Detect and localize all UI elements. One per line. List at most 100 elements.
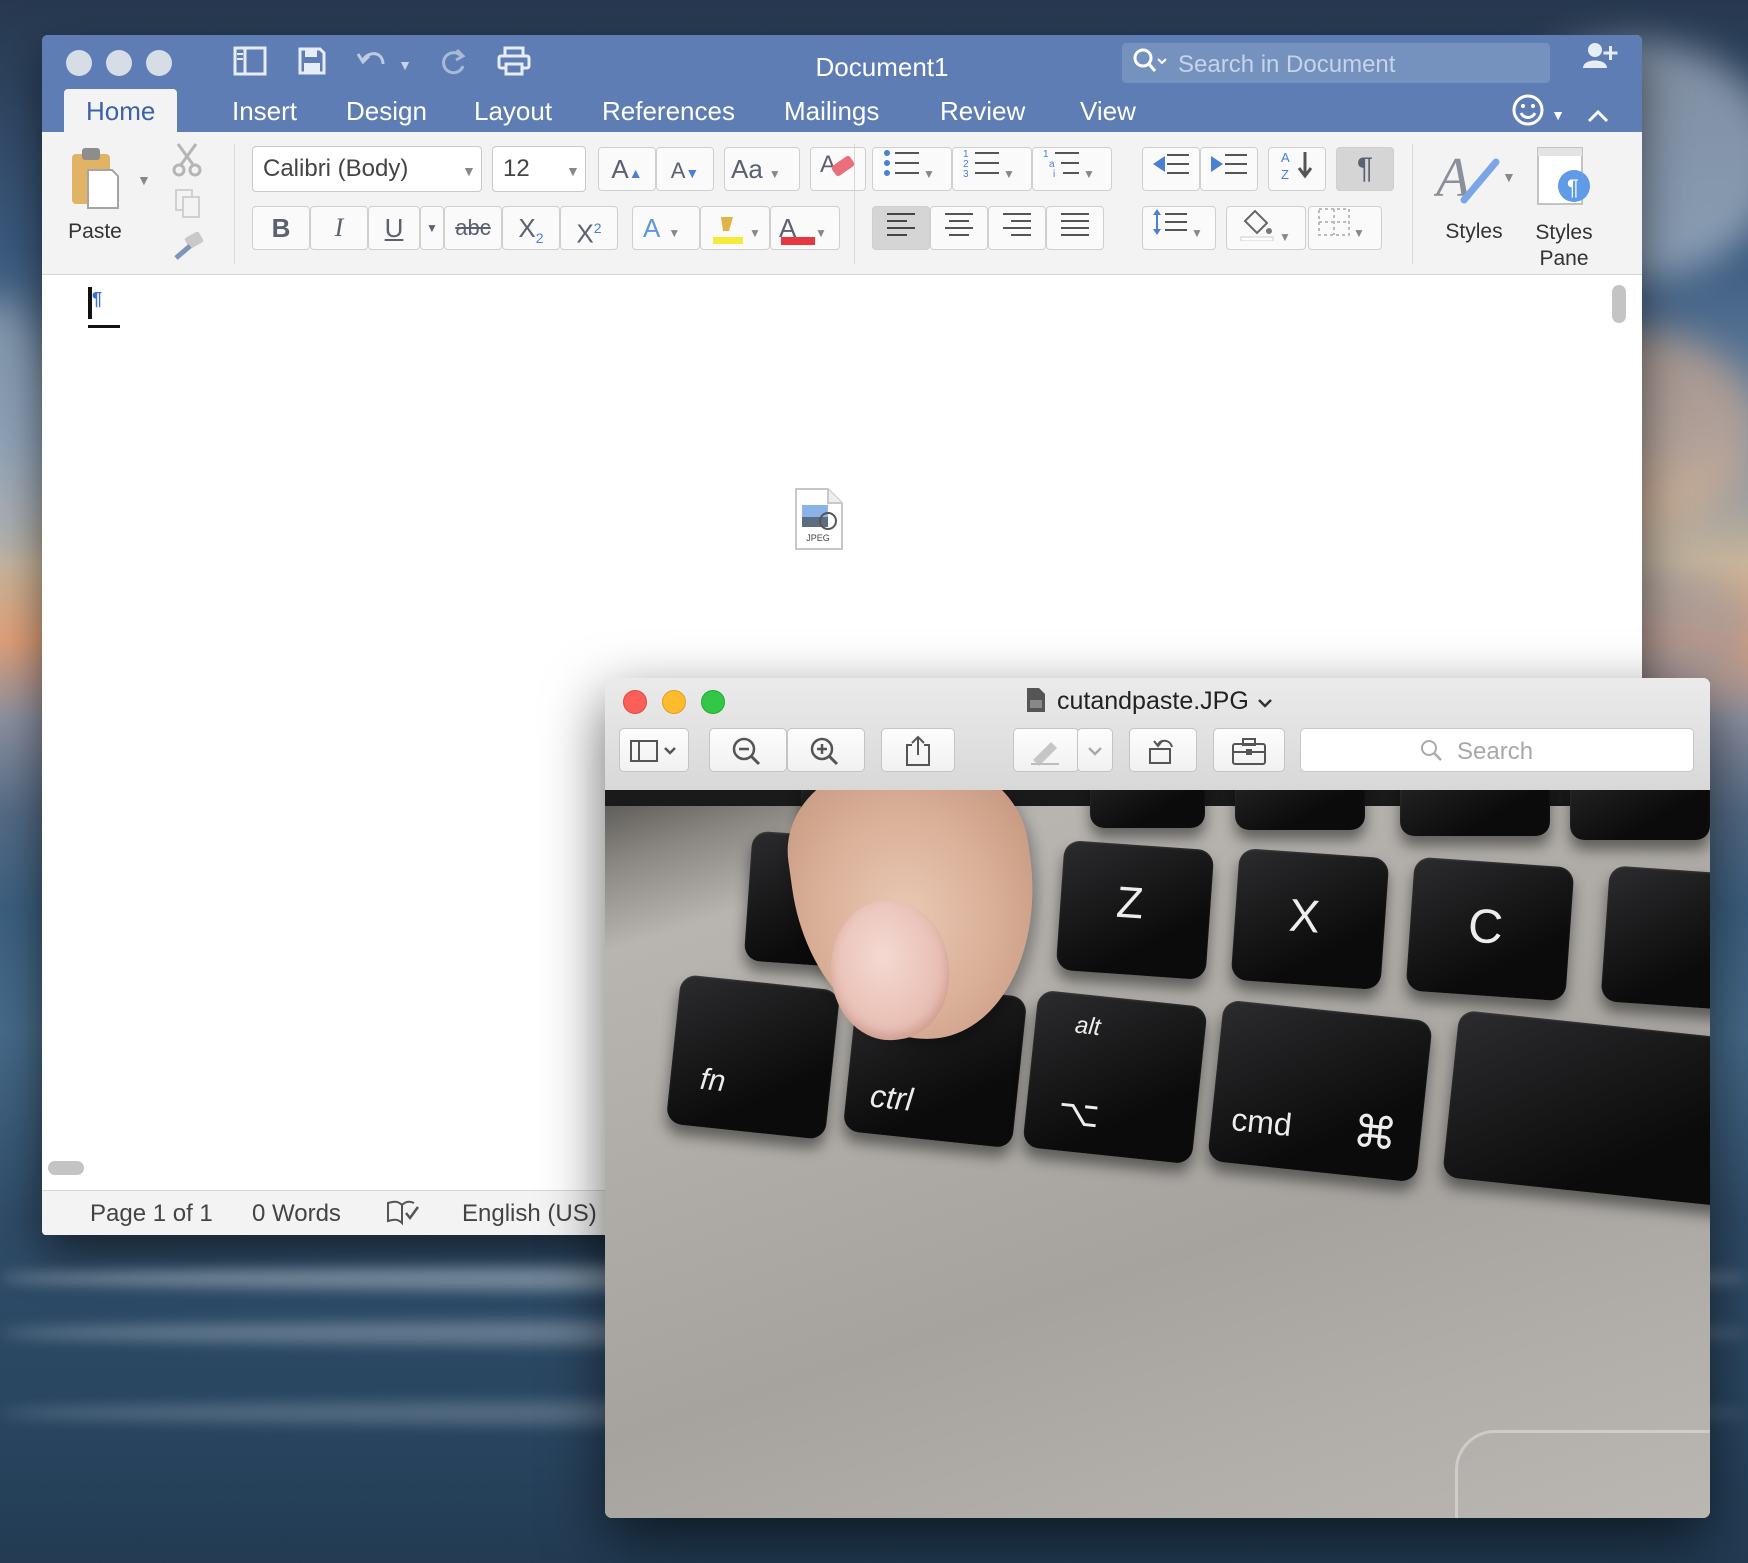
preview-document-title[interactable]: cutandpaste.JPG xyxy=(1025,686,1273,721)
tab-design[interactable]: Design xyxy=(324,89,449,133)
embedded-jpeg-file-icon[interactable]: JPEG xyxy=(792,487,844,556)
tab-review[interactable]: Review xyxy=(918,89,1047,133)
share-add-person-icon[interactable] xyxy=(1578,39,1622,83)
sort-button[interactable]: AZ xyxy=(1268,147,1326,191)
clear-formatting-button[interactable]: A xyxy=(810,147,866,191)
decrease-indent-button[interactable] xyxy=(1142,147,1200,191)
strikethrough-button[interactable]: abc xyxy=(444,206,502,250)
feedback-dropdown-icon[interactable]: ▼ xyxy=(1548,93,1568,137)
word-count[interactable]: 0 Words xyxy=(252,1200,341,1228)
paste-icon[interactable] xyxy=(68,146,120,210)
search-placeholder: Search in Document xyxy=(1178,51,1396,78)
ribbon-separator xyxy=(1412,144,1413,264)
photo-spacebar-key xyxy=(1442,1009,1710,1209)
word-close-button[interactable] xyxy=(66,50,92,76)
sidebar-view-button[interactable] xyxy=(619,728,689,772)
vertical-scrollbar[interactable] xyxy=(1612,285,1626,323)
format-painter-icon[interactable] xyxy=(172,231,206,267)
font-size-dropdown-icon[interactable]: ▼ xyxy=(566,163,580,179)
font-name-dropdown-icon[interactable]: ▼ xyxy=(462,163,476,179)
font-name-value: Calibri (Body) xyxy=(263,155,409,182)
ribbon-home: ▼ Paste Calibri (Body) ▼ 12 ▼ A▲ A▼ Aa ▼ … xyxy=(42,132,1642,275)
show-formatting-marks-button[interactable]: ¶ xyxy=(1336,147,1394,191)
styles-pane-icon[interactable]: ¶ xyxy=(1534,146,1596,213)
font-name-combo[interactable]: Calibri (Body) xyxy=(252,146,482,192)
zoom-in-button[interactable] xyxy=(787,728,865,772)
photo-cmd-key: cmd ⌘ xyxy=(1207,999,1433,1183)
grow-font-button[interactable]: A▲ xyxy=(598,147,656,191)
styles-label[interactable]: Styles xyxy=(1432,220,1516,244)
tab-home[interactable]: Home xyxy=(64,89,178,133)
paste-dropdown-icon[interactable]: ▼ xyxy=(137,172,151,188)
page-count[interactable]: Page 1 of 1 xyxy=(90,1200,213,1228)
align-center-button[interactable] xyxy=(930,206,988,250)
styles-gallery-icon[interactable]: A ▼ xyxy=(1432,144,1516,213)
print-icon[interactable] xyxy=(492,43,536,87)
photo-key xyxy=(1600,865,1710,1011)
language-indicator[interactable]: English (US) xyxy=(462,1200,597,1228)
preview-search-field[interactable]: Search xyxy=(1300,728,1694,772)
underline-button[interactable]: U xyxy=(368,206,420,250)
jpeg-file-label: JPEG xyxy=(806,533,830,543)
zoom-out-button[interactable] xyxy=(709,728,787,772)
undo-dropdown-icon[interactable]: ▼ xyxy=(394,43,416,87)
word-minimize-button[interactable] xyxy=(106,50,132,76)
shading-button[interactable]: ▼ xyxy=(1226,206,1306,250)
align-left-button[interactable] xyxy=(872,206,930,250)
align-right-button[interactable] xyxy=(988,206,1046,250)
text-effects-button[interactable]: A ▼ xyxy=(632,206,700,250)
cut-icon[interactable] xyxy=(172,142,202,183)
photo-c-key: C xyxy=(1405,856,1575,1002)
share-button[interactable] xyxy=(881,728,955,772)
font-color-button[interactable]: A ▼ xyxy=(770,206,840,250)
multilevel-list-button[interactable]: 1 a i ▼ xyxy=(1032,147,1112,191)
preview-minimize-button[interactable] xyxy=(662,690,686,714)
collapse-ribbon-icon[interactable] xyxy=(1578,93,1618,137)
tab-view[interactable]: View xyxy=(1058,89,1158,133)
underline-dropdown-icon[interactable]: ▼ xyxy=(420,206,444,250)
preview-zoom-button[interactable] xyxy=(701,690,725,714)
save-icon[interactable] xyxy=(290,43,334,87)
svg-text:3: 3 xyxy=(963,169,969,178)
bold-button[interactable]: B xyxy=(252,206,310,250)
markup-button[interactable] xyxy=(1013,728,1079,772)
photo-trackpad xyxy=(1455,1430,1710,1518)
subscript-button[interactable]: X2 xyxy=(502,206,560,250)
tab-mailings[interactable]: Mailings xyxy=(762,89,901,133)
increase-indent-button[interactable] xyxy=(1200,147,1258,191)
justify-button[interactable] xyxy=(1046,206,1104,250)
preview-search-placeholder: Search xyxy=(1457,738,1534,765)
copy-icon[interactable] xyxy=(174,188,202,225)
markup-dropdown-button[interactable] xyxy=(1077,728,1113,772)
horizontal-scrollbar[interactable] xyxy=(48,1161,84,1175)
tab-layout[interactable]: Layout xyxy=(452,89,574,133)
sidebar-toggle-icon[interactable] xyxy=(228,43,272,87)
italic-button[interactable]: I xyxy=(310,206,368,250)
styles-pane-label[interactable]: Styles Pane xyxy=(1522,220,1606,272)
change-case-button[interactable]: Aa ▼ xyxy=(724,147,800,191)
undo-icon[interactable] xyxy=(350,43,394,87)
rotate-left-icon xyxy=(1149,739,1173,764)
bullets-button[interactable]: ▼ xyxy=(872,147,952,191)
borders-button[interactable]: ▼ xyxy=(1308,206,1382,250)
numbering-button[interactable]: 1 2 3 ▼ xyxy=(952,147,1032,191)
proofing-book-icon[interactable] xyxy=(386,1199,420,1232)
tab-insert[interactable]: Insert xyxy=(210,89,319,133)
markup-toolbar-button[interactable] xyxy=(1213,728,1285,772)
decrease-indent-icon xyxy=(1153,154,1189,174)
superscript-button[interactable]: X2 xyxy=(560,206,618,250)
keyboard-photo: ⇧ Z X C fn ctrl alt ⌥ cmd ⌘ xyxy=(605,790,1710,1518)
redo-icon[interactable] xyxy=(432,43,476,87)
highlight-button[interactable]: ▼ xyxy=(700,206,770,250)
eraser-icon: A xyxy=(820,151,855,178)
word-zoom-button[interactable] xyxy=(146,50,172,76)
rotate-button[interactable] xyxy=(1129,728,1197,772)
shrink-font-button[interactable]: A▼ xyxy=(656,147,714,191)
preview-close-button[interactable] xyxy=(623,690,647,714)
search-in-document-field[interactable]: Search in Document xyxy=(1122,43,1550,83)
photo-x-key: X xyxy=(1230,847,1390,991)
sort-az-icon: AZ xyxy=(1281,150,1313,182)
line-spacing-button[interactable]: ▼ xyxy=(1142,206,1216,250)
photo-key xyxy=(1090,790,1205,828)
tab-references[interactable]: References xyxy=(580,89,757,133)
